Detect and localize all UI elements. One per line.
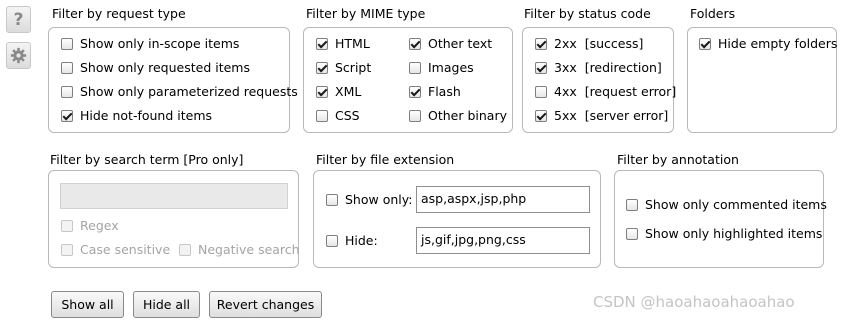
checkbox-label: Show only highlighted items	[645, 226, 823, 241]
in-scope-checkbox[interactable]: Show only in-scope items	[61, 36, 239, 51]
checkbox-label: 2xx [success]	[554, 36, 644, 51]
hide-empty-folders-checkbox[interactable]: Hide empty folders	[699, 36, 837, 51]
file-extension-title: Filter by file extension	[316, 152, 455, 167]
mime-css-checkbox[interactable]: CSS	[316, 108, 360, 123]
status-code-title: Filter by status code	[524, 6, 651, 21]
status-5xx-checkbox[interactable]: 5xx [server error]	[535, 108, 668, 123]
show-only-checkbox[interactable]: Show only:	[326, 192, 412, 207]
checkbox[interactable]	[409, 109, 421, 122]
mime-xml-checkbox[interactable]: XML	[316, 84, 361, 99]
commented-items-checkbox[interactable]: Show only commented items	[626, 197, 827, 212]
checkbox-label: Show only parameterized requests	[80, 84, 298, 99]
checkbox[interactable]	[316, 61, 328, 74]
checkbox[interactable]	[535, 109, 547, 122]
checkbox-label: Show only requested items	[80, 60, 250, 75]
mime-other-binary-checkbox[interactable]: Other binary	[409, 108, 507, 123]
mime-other-text-checkbox[interactable]: Other text	[409, 36, 492, 51]
checkbox[interactable]	[316, 109, 328, 122]
checkbox-label: Negative search	[198, 242, 300, 257]
highlighted-items-checkbox[interactable]: Show only highlighted items	[626, 226, 822, 241]
checkbox-label: Regex	[80, 218, 119, 233]
checkbox[interactable]	[535, 61, 547, 74]
checkbox[interactable]	[61, 219, 73, 232]
checkbox[interactable]	[326, 193, 338, 206]
checkbox[interactable]	[535, 85, 547, 98]
checkbox-label: 5xx [server error]	[554, 108, 669, 123]
mime-flash-checkbox[interactable]: Flash	[409, 84, 461, 99]
checkbox-label: Show only:	[345, 192, 413, 207]
checkbox[interactable]	[626, 198, 638, 211]
watermark-text: CSDN @haoahaoahaoahao	[593, 293, 795, 311]
search-term-input[interactable]	[60, 183, 288, 209]
checkbox-label: Show only in-scope items	[80, 36, 240, 51]
gear-icon	[10, 47, 27, 64]
checkbox[interactable]	[316, 37, 328, 50]
checkbox[interactable]	[61, 85, 73, 98]
checkbox[interactable]	[61, 37, 73, 50]
checkbox[interactable]	[61, 109, 73, 122]
checkbox-label: Flash	[428, 84, 461, 99]
checkbox[interactable]	[61, 61, 73, 74]
checkbox-label: Other text	[428, 36, 493, 51]
checkbox-label: Images	[428, 60, 474, 75]
request-type-title: Filter by request type	[52, 6, 186, 21]
checkbox[interactable]	[61, 243, 73, 256]
mime-script-checkbox[interactable]: Script	[316, 60, 371, 75]
hide-all-button[interactable]: Hide all	[133, 291, 200, 318]
hide-extensions-input[interactable]: js,gif,jpg,png,css	[416, 227, 590, 254]
search-term-title: Filter by search term [Pro only]	[50, 152, 244, 167]
checkbox[interactable]	[409, 37, 421, 50]
status-3xx-checkbox[interactable]: 3xx [redirection]	[535, 60, 662, 75]
show-only-extensions-input[interactable]: asp,aspx,jsp,php	[416, 186, 590, 213]
checkbox[interactable]	[699, 37, 711, 50]
annotation-panel	[614, 170, 824, 268]
regex-checkbox[interactable]: Regex	[61, 218, 119, 233]
parameterized-checkbox[interactable]: Show only parameterized requests	[61, 84, 298, 99]
checkbox-label: Hide not-found items	[80, 108, 213, 123]
checkbox[interactable]	[179, 243, 191, 256]
status-4xx-checkbox[interactable]: 4xx [request error]	[535, 84, 676, 99]
checkbox[interactable]	[409, 85, 421, 98]
mime-type-title: Filter by MIME type	[306, 6, 426, 21]
checkbox[interactable]	[626, 227, 638, 240]
annotation-title: Filter by annotation	[617, 152, 739, 167]
question-mark-icon: ?	[13, 9, 24, 30]
revert-changes-button[interactable]: Revert changes	[209, 291, 322, 318]
checkbox-label: 3xx [redirection]	[554, 60, 662, 75]
hide-not-found-checkbox[interactable]: Hide not-found items	[61, 108, 212, 123]
checkbox[interactable]	[535, 37, 547, 50]
checkbox-label: Script	[335, 60, 372, 75]
checkbox-label: XML	[335, 84, 362, 99]
checkbox-label: Hide empty folders	[718, 36, 838, 51]
checkbox-label: Hide:	[345, 233, 378, 248]
checkbox-label: Other binary	[428, 108, 507, 123]
folders-title: Folders	[690, 6, 736, 21]
checkbox-label: CSS	[335, 108, 360, 123]
show-all-button[interactable]: Show all	[51, 291, 124, 318]
status-2xx-checkbox[interactable]: 2xx [success]	[535, 36, 643, 51]
case-sensitive-checkbox[interactable]: Case sensitive	[61, 242, 170, 257]
checkbox-label: HTML	[335, 36, 370, 51]
negative-search-checkbox[interactable]: Negative search	[179, 242, 300, 257]
settings-button[interactable]	[6, 42, 31, 69]
help-button[interactable]: ?	[6, 6, 31, 33]
checkbox-label: 4xx [request error]	[554, 84, 677, 99]
checkbox-label: Case sensitive	[80, 242, 171, 257]
mime-images-checkbox[interactable]: Images	[409, 60, 474, 75]
hide-extensions-checkbox[interactable]: Hide:	[326, 233, 378, 248]
requested-items-checkbox[interactable]: Show only requested items	[61, 60, 250, 75]
mime-html-checkbox[interactable]: HTML	[316, 36, 370, 51]
checkbox-label: Show only commented items	[645, 197, 827, 212]
checkbox[interactable]	[409, 61, 421, 74]
checkbox[interactable]	[316, 85, 328, 98]
checkbox[interactable]	[326, 234, 338, 247]
